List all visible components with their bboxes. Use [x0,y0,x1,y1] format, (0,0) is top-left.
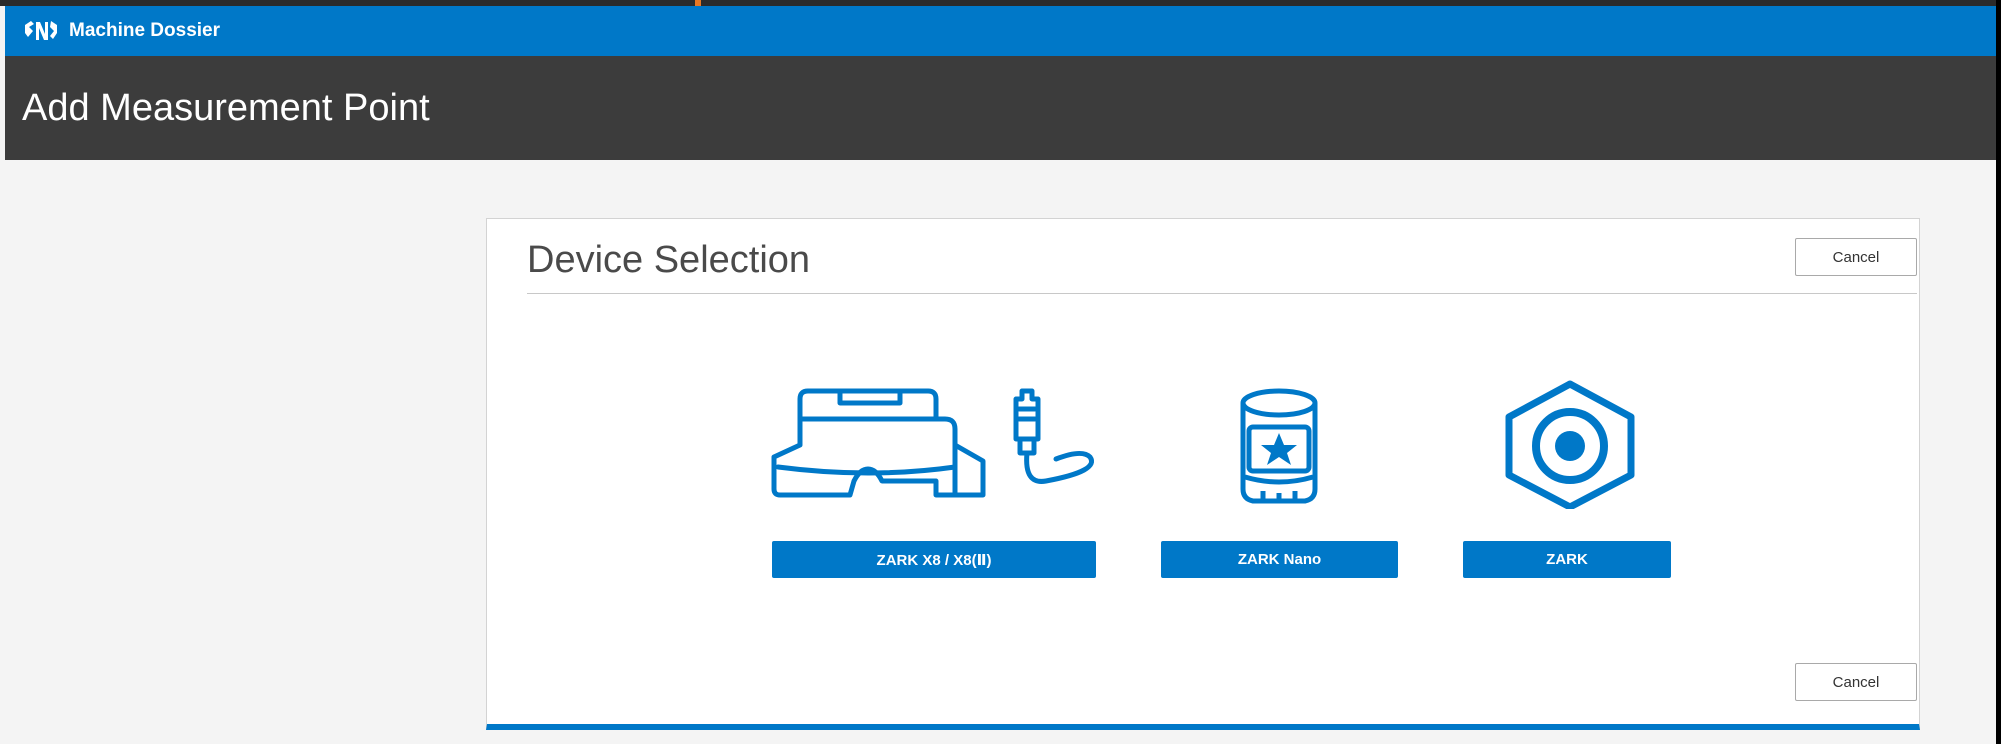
hexagon-target-icon[interactable] [1495,379,1645,509]
app-name: Machine Dossier [69,20,220,41]
cancel-button-bottom[interactable]: Cancel [1795,663,1917,701]
nano-cylinder-star-icon[interactable] [1219,385,1339,515]
zark-button[interactable]: ZARK [1463,541,1671,578]
device-selection-panel: Device Selection Cancel ZARK X8 / X8(Ⅱ) … [486,218,1920,730]
page-title: Add Measurement Point [22,86,430,129]
right-edge [1996,0,2001,744]
zark-nano-button[interactable]: ZARK Nano [1161,541,1398,578]
x8-device-with-sensor-icon[interactable] [770,381,1100,511]
zark-x8-button[interactable]: ZARK X8 / X8(Ⅱ) [772,541,1096,578]
panel-divider [527,293,1917,294]
cancel-button-top[interactable]: Cancel [1795,238,1917,276]
page-header: Add Measurement Point [5,56,1996,160]
panel-title: Device Selection [527,239,811,281]
machine-dossier-logo-icon [23,18,59,44]
app-header: Machine Dossier [5,6,1996,56]
